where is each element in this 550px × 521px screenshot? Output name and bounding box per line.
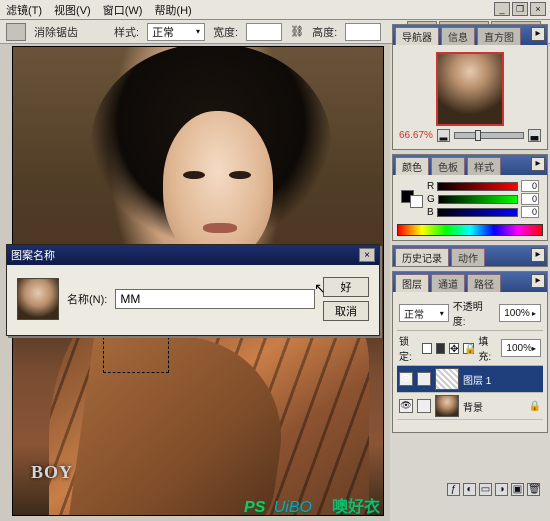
new-group-icon[interactable]: ▭ <box>479 483 492 496</box>
watermark-prefix: PS <box>244 499 265 516</box>
link-slot-icon[interactable] <box>417 372 431 386</box>
color-panel: 颜色 色板 样式 ▸ R 0 G 0 <box>392 154 548 241</box>
tab-color[interactable]: 颜色 <box>395 157 429 175</box>
pattern-thumbnail <box>17 278 59 320</box>
subject-lips <box>203 223 237 233</box>
b-value[interactable]: 0 <box>521 206 539 218</box>
layer-name[interactable]: 背景 <box>463 399 483 414</box>
opacity-label: 不透明度: <box>453 298 495 328</box>
navigator-thumbnail[interactable] <box>436 52 504 126</box>
blend-mode-select[interactable]: 正常▾ <box>399 304 449 322</box>
g-slider[interactable] <box>438 195 518 204</box>
tab-styles[interactable]: 样式 <box>467 157 501 175</box>
layer-thumbnail[interactable] <box>435 395 459 417</box>
b-slider[interactable] <box>437 208 518 217</box>
r-value[interactable]: 0 <box>521 180 539 192</box>
layer-row[interactable]: 👁 背景 🔒 <box>397 393 543 420</box>
name-label: 名称(N): <box>67 291 107 307</box>
r-slider[interactable] <box>437 182 518 191</box>
zoom-percent[interactable]: 66.67% <box>399 130 433 141</box>
layer-name[interactable]: 图层 1 <box>463 372 491 387</box>
layers-panel: 图层 通道 路径 ▸ 正常▾ 不透明度: 100%▸ 锁定: ✥ 🔒 填 <box>392 271 548 433</box>
pattern-name-dialog: 图案名称 × 名称(N): 好 取消 <box>6 244 380 336</box>
visibility-icon[interactable]: 👁 <box>399 399 413 413</box>
panel-menu-icon[interactable]: ▸ <box>531 27 545 41</box>
g-value[interactable]: 0 <box>521 193 539 205</box>
menu-help[interactable]: 帮助(H) <box>154 2 191 18</box>
lock-icon: 🔒 <box>529 401 541 412</box>
dialog-close-icon[interactable]: × <box>359 248 375 262</box>
watermark: PS UiBO <box>244 499 312 517</box>
link-icon[interactable]: ⛓ <box>290 25 304 38</box>
layer-row[interactable]: 👁 图层 1 <box>397 366 543 393</box>
height-input[interactable] <box>345 23 381 41</box>
chevron-down-icon: ▾ <box>196 27 200 36</box>
layer-thumbnail[interactable] <box>435 368 459 390</box>
canvas-logo: BOY <box>31 462 73 483</box>
lock-position-icon[interactable]: ✥ <box>449 343 459 354</box>
zoom-out-icon[interactable]: ▂ <box>437 129 450 142</box>
height-label: 高度: <box>312 24 337 40</box>
style-label: 样式: <box>114 24 139 40</box>
panel-menu-icon[interactable]: ▸ <box>531 248 545 262</box>
subject-face <box>163 111 273 261</box>
tab-swatches[interactable]: 色板 <box>431 157 465 175</box>
tab-histogram[interactable]: 直方图 <box>477 27 521 45</box>
new-layer-icon[interactable]: ▣ <box>511 483 524 496</box>
dialog-title: 图案名称 <box>11 247 55 263</box>
style-select[interactable]: 正常 ▾ <box>147 23 205 41</box>
lock-transparent-icon[interactable] <box>422 343 432 354</box>
subject-eye <box>183 171 205 179</box>
tab-channels[interactable]: 通道 <box>431 274 465 292</box>
panel-menu-icon[interactable]: ▸ <box>531 274 545 288</box>
navigator-panel: 导航器 信息 直方图 ▸ 66.67% ▂ ▃ <box>392 24 548 150</box>
g-label: G <box>427 194 435 205</box>
maximize-button[interactable]: ❐ <box>512 2 528 16</box>
menu-filter[interactable]: 滤镜(T) <box>6 2 42 18</box>
style-value: 正常 <box>152 24 174 40</box>
visibility-icon[interactable]: 👁 <box>399 372 413 386</box>
menu-window[interactable]: 窗口(W) <box>103 2 143 18</box>
minimize-button[interactable]: _ <box>494 2 510 16</box>
ok-button[interactable]: 好 <box>323 277 369 297</box>
cancel-button[interactable]: 取消 <box>323 301 369 321</box>
antialias-label: 消除锯齿 <box>34 24 78 40</box>
delete-layer-icon[interactable]: 🗑 <box>527 483 540 496</box>
tab-layers[interactable]: 图层 <box>395 274 429 292</box>
tab-history[interactable]: 历史记录 <box>395 248 449 266</box>
tab-navigator[interactable]: 导航器 <box>395 27 439 45</box>
width-label: 宽度: <box>213 24 238 40</box>
opacity-input[interactable]: 100%▸ <box>499 304 541 322</box>
b-label: B <box>427 207 434 218</box>
tab-actions[interactable]: 动作 <box>451 248 485 266</box>
lock-all-icon[interactable]: 🔒 <box>463 343 474 354</box>
watermark2: 噢好衣 <box>332 493 380 517</box>
fill-label: 填充: <box>478 333 497 363</box>
zoom-slider[interactable] <box>454 132 524 139</box>
fill-input[interactable]: 100%▸ <box>501 339 541 357</box>
lock-image-icon[interactable] <box>436 343 446 354</box>
tab-paths[interactable]: 路径 <box>467 274 501 292</box>
lock-label: 锁定: <box>399 333 418 363</box>
zoom-in-icon[interactable]: ▃ <box>528 129 541 142</box>
layer-fx-icon[interactable]: ƒ <box>447 483 460 496</box>
fg-bg-swatch[interactable] <box>401 190 423 208</box>
link-slot-icon[interactable] <box>417 399 431 413</box>
history-panel: 历史记录 动作 ▸ <box>392 245 548 267</box>
menu-view[interactable]: 视图(V) <box>54 2 91 18</box>
width-input[interactable] <box>246 23 282 41</box>
close-button[interactable]: × <box>530 2 546 16</box>
name-input[interactable] <box>115 289 315 309</box>
panel-menu-icon[interactable]: ▸ <box>531 157 545 171</box>
r-label: R <box>427 181 434 192</box>
new-adj-icon[interactable]: ◑ <box>495 483 508 496</box>
tool-preset-icon[interactable] <box>6 23 26 41</box>
subject-eye <box>229 171 251 179</box>
color-spectrum[interactable] <box>397 224 543 236</box>
tab-info[interactable]: 信息 <box>441 27 475 45</box>
layer-mask-icon[interactable]: ◐ <box>463 483 476 496</box>
